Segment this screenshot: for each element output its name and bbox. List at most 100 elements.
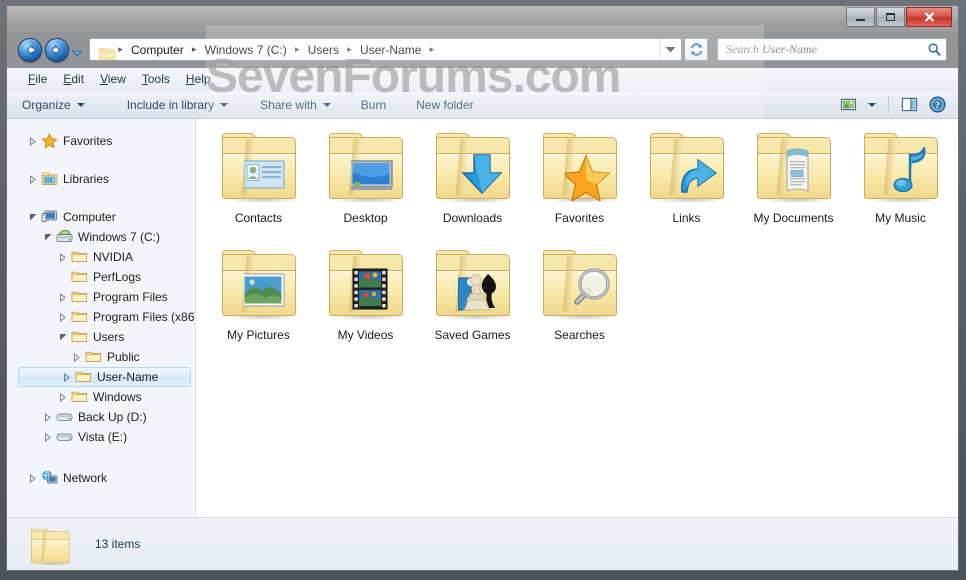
list-item[interactable]: My Pictures: [205, 242, 312, 359]
library-icon: [41, 171, 58, 187]
item-label: Saved Games: [434, 328, 511, 342]
star-icon: [41, 132, 58, 149]
minimize-button[interactable]: [846, 7, 875, 27]
menu-view[interactable]: View: [92, 69, 134, 89]
sidebar-item-perflogs[interactable]: PerfLogs: [7, 267, 195, 287]
new-folder-button[interactable]: New folder: [406, 93, 483, 117]
chevron-right-icon[interactable]: [55, 309, 71, 325]
change-view-icon[interactable]: [835, 94, 861, 116]
list-item[interactable]: Desktop: [312, 125, 419, 242]
burn-label: Burn: [360, 97, 387, 112]
breadcrumb-computer[interactable]: Computer: [127, 41, 188, 59]
chevron-right-icon[interactable]: [55, 249, 71, 265]
refresh-button[interactable]: [685, 38, 708, 61]
close-button[interactable]: [906, 7, 952, 27]
burn-button[interactable]: Burn: [351, 93, 396, 117]
back-button[interactable]: [18, 38, 42, 62]
sidebar-item-user-name[interactable]: User-Name: [18, 367, 191, 387]
sidebar-item-backup-d[interactable]: Back Up (D:): [7, 407, 195, 427]
title-bar[interactable]: [7, 6, 958, 33]
sidebar-item-users[interactable]: Users: [7, 327, 195, 347]
sidebar-item-windows7-c[interactable]: Windows 7 (C:): [7, 227, 195, 247]
sidebar-item-program-files-x86[interactable]: Program Files (x86): [7, 307, 195, 327]
forward-button[interactable]: [45, 38, 69, 62]
breadcrumb-users[interactable]: Users: [304, 41, 343, 59]
breadcrumb-user-name[interactable]: User-Name: [356, 41, 425, 59]
search-icon[interactable]: [927, 42, 942, 57]
breadcrumb-separator[interactable]: ▸: [425, 44, 438, 55]
folder-icon: [95, 43, 116, 60]
chevron-down-filled-icon[interactable]: [55, 329, 71, 345]
toolbar-divider: [888, 95, 889, 114]
chevron-right-icon[interactable]: [25, 470, 41, 486]
breadcrumb-separator[interactable]: ▸: [291, 44, 304, 55]
breadcrumb-separator[interactable]: ▸: [188, 44, 201, 55]
list-item[interactable]: My Documents: [740, 125, 847, 242]
game-pieces-icon: [457, 264, 512, 318]
help-icon[interactable]: ?: [924, 94, 950, 116]
menu-file[interactable]: File: [20, 69, 55, 89]
menu-help[interactable]: Help: [178, 69, 219, 89]
sidebar-item-libraries[interactable]: Libraries: [7, 169, 195, 189]
share-with-label: Share with: [260, 97, 317, 112]
include-in-library-button[interactable]: Include in library: [117, 93, 238, 117]
list-item[interactable]: Searches: [526, 242, 633, 359]
sidebar-item-nvidia[interactable]: NVIDIA: [7, 247, 195, 267]
menu-edit[interactable]: Edit: [55, 69, 92, 89]
chevron-right-icon[interactable]: [55, 289, 71, 305]
folder-icon: [860, 131, 942, 207]
breadcrumb-separator: ▸: [118, 44, 123, 54]
maximize-button[interactable]: [876, 7, 905, 27]
folder-icon: [71, 309, 88, 325]
list-item[interactable]: My Videos: [312, 242, 419, 359]
list-item[interactable]: Links: [633, 125, 740, 242]
window-controls: [846, 7, 952, 27]
folder-icon: [325, 131, 407, 207]
organize-button[interactable]: Organize: [12, 93, 95, 117]
chevron-right-icon[interactable]: [69, 349, 85, 365]
preview-pane-icon[interactable]: [896, 94, 922, 116]
previous-locations-button[interactable]: [659, 39, 681, 60]
menu-tools[interactable]: Tools: [134, 69, 178, 89]
sidebar-item-network[interactable]: Network: [7, 468, 195, 488]
address-bar[interactable]: ▸ Computer ▸ Windows 7 (C:) ▸ Users ▸ Us…: [89, 38, 682, 61]
recent-pages-button[interactable]: [71, 45, 83, 57]
breadcrumb-separator[interactable]: ▸: [343, 44, 356, 55]
explorer-window: ▸ Computer ▸ Windows 7 (C:) ▸ Users ▸ Us…: [0, 0, 966, 580]
change-view-caret-icon[interactable]: [863, 94, 881, 116]
filmstrip-icon: [351, 264, 405, 318]
list-item[interactable]: Downloads: [419, 125, 526, 242]
sidebar-item-label: Windows: [93, 390, 142, 404]
navigation-pane[interactable]: Favorites Libraries Computer Windows 7 (…: [7, 119, 196, 517]
sidebar-item-public[interactable]: Public: [7, 347, 195, 367]
list-item[interactable]: Favorites: [526, 125, 633, 242]
folder-icon: [325, 248, 407, 324]
sidebar-item-favorites[interactable]: Favorites: [7, 131, 195, 151]
chevron-right-icon[interactable]: [59, 369, 75, 385]
sidebar-item-label: Windows 7 (C:): [78, 230, 161, 244]
file-list-pane[interactable]: Contacts Desktop Downloads Favorites Lin…: [197, 119, 958, 517]
share-with-button[interactable]: Share with: [250, 93, 341, 117]
sidebar-item-computer[interactable]: Computer: [7, 207, 195, 227]
chevron-right-icon[interactable]: [55, 389, 71, 405]
breadcrumb: ▸ Computer ▸ Windows 7 (C:) ▸ Users ▸ Us…: [90, 39, 659, 60]
chevron-down-filled-icon[interactable]: [40, 229, 56, 245]
chevron-down-filled-icon[interactable]: [25, 209, 41, 225]
sidebar-item-program-files[interactable]: Program Files: [7, 287, 195, 307]
search-input[interactable]: Search User-Name: [717, 38, 947, 61]
list-item[interactable]: Saved Games: [419, 242, 526, 359]
chevron-right-icon[interactable]: [25, 171, 41, 187]
list-item[interactable]: My Music: [847, 125, 954, 242]
sidebar-item-vista-e[interactable]: Vista (E:): [7, 427, 195, 447]
chevron-right-icon[interactable]: [40, 429, 56, 445]
chevron-right-icon[interactable]: [25, 133, 41, 149]
folder-icon: [71, 289, 88, 305]
sidebar-item-windows[interactable]: Windows: [7, 387, 195, 407]
breadcrumb-windows7-c[interactable]: Windows 7 (C:): [201, 41, 291, 59]
harddisk-icon: [56, 229, 73, 245]
list-item[interactable]: Contacts: [205, 125, 312, 242]
folder-icon: [71, 249, 88, 265]
chevron-right-icon[interactable]: [40, 409, 56, 425]
sidebar-item-label: Network: [63, 471, 108, 485]
arrow-left-icon: [26, 44, 35, 56]
